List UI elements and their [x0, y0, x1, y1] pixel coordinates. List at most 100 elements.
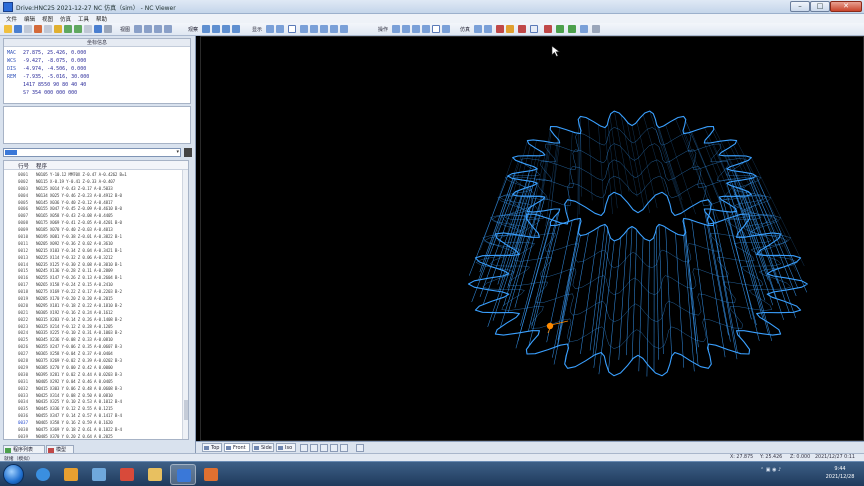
maximize-button[interactable]: □ — [810, 1, 830, 12]
view-side-icon[interactable] — [154, 25, 162, 33]
close-button[interactable]: ✕ — [830, 1, 862, 12]
taskbar-nc-viewer[interactable] — [170, 464, 196, 485]
list-item[interactable]: 0029 N0385 X270 Y 0.00 Z 0.42 A 0.0000 — [4, 365, 184, 372]
list-item[interactable]: 0006 N0155 X047 Y-0.45 Z-0.09 A-0.4610 B-… — [4, 206, 184, 213]
stop-icon[interactable] — [496, 25, 504, 33]
taskbar-app[interactable] — [198, 464, 224, 485]
list-item[interactable]: 0001 N0105 Y-10.12 MM70X Z-0.47 A-0.4262 … — [4, 172, 184, 179]
menu-tools[interactable]: 工具 — [78, 15, 89, 23]
measure-icon[interactable] — [300, 25, 308, 33]
list-item[interactable]: 0034 N0435 X325 Y 0.10 Z 0.53 A 0.1012 B-… — [4, 399, 184, 406]
clock[interactable]: 9:44 2021/12/28 — [820, 465, 860, 481]
layout-h-icon[interactable] — [330, 444, 338, 452]
view-iso-icon[interactable] — [164, 25, 172, 33]
menu-help[interactable]: 帮助 — [96, 15, 107, 23]
open-icon[interactable] — [4, 25, 12, 33]
paste-icon[interactable] — [54, 25, 62, 33]
toggle-path-icon[interactable] — [432, 25, 440, 33]
list-item[interactable]: 0017 N0265 X158 Y-0.24 Z 0.15 A-0.2410 — [4, 282, 184, 289]
scrollbar-thumb[interactable] — [184, 400, 188, 420]
print-icon[interactable] — [24, 25, 32, 33]
list-item[interactable]: 0026 N0355 X247 Y-0.06 Z 0.35 A-0.0607 B-… — [4, 344, 184, 351]
axis-icon[interactable] — [330, 25, 338, 33]
tab-iso[interactable]: Iso — [276, 443, 296, 452]
list-item[interactable]: 0039 N0485 X370 Y 0.20 Z 0.64 A 0.2025 — [4, 434, 184, 439]
list-item[interactable]: 0009 N0185 X070 Y-0.40 Z-0.03 A-0.4013 — [4, 227, 184, 234]
reset-icon[interactable] — [412, 25, 420, 33]
sim-settings-icon[interactable] — [474, 25, 482, 33]
settings-icon[interactable] — [104, 25, 112, 33]
list-item[interactable]: 0013 N0225 X114 Y-0.32 Z 0.06 A-0.3212 — [4, 255, 184, 262]
play-icon[interactable] — [556, 25, 564, 33]
rotate-icon[interactable] — [310, 25, 318, 33]
sim-speed-icon[interactable] — [484, 25, 492, 33]
layout-split-icon[interactable] — [310, 444, 318, 452]
list-item[interactable]: 0015 N0245 X136 Y-0.28 Z 0.11 A-0.2809 — [4, 268, 184, 275]
taskbar-media[interactable] — [58, 464, 84, 485]
list-item[interactable]: 0032 N0415 X303 Y 0.06 Z 0.48 A 0.0608 B-… — [4, 386, 184, 393]
list-item[interactable]: 0018 N0275 X169 Y-0.22 Z 0.17 A-0.2203 B-… — [4, 289, 184, 296]
chevron-down-icon[interactable]: ▾ — [176, 149, 179, 155]
single-block-icon[interactable] — [530, 25, 538, 33]
shaded-icon[interactable] — [276, 25, 284, 33]
options-icon[interactable] — [592, 25, 600, 33]
list-item[interactable]: 0021 N0305 X192 Y-0.16 Z 0.24 A-0.1612 — [4, 310, 184, 317]
taskbar-pdf[interactable] — [114, 464, 140, 485]
list-item[interactable]: 0016 N0255 X147 Y-0.26 Z 0.13 A-0.2604 B-… — [4, 275, 184, 282]
simulation-viewport[interactable] — [200, 36, 864, 441]
start-button[interactable] — [3, 464, 24, 485]
zoom-out-icon[interactable] — [212, 25, 220, 33]
fast-forward-icon[interactable] — [568, 25, 576, 33]
pan-icon[interactable] — [232, 25, 240, 33]
list-item[interactable]: 0036 N0455 X347 Y 0.14 Z 0.57 A 0.1417 B-… — [4, 413, 184, 420]
record-icon[interactable] — [518, 25, 526, 33]
program-select[interactable]: ▾ — [3, 148, 181, 157]
list-item[interactable]: 0027 N0365 X258 Y-0.04 Z 0.37 A-0.0404 — [4, 351, 184, 358]
tab-side[interactable]: Side — [252, 443, 274, 452]
select-tool-icon[interactable] — [288, 25, 296, 33]
copy-icon[interactable] — [44, 25, 52, 33]
list-item[interactable]: 0014 N0235 X125 Y-0.30 Z 0.08 A-0.3010 B-… — [4, 262, 184, 269]
menu-edit[interactable]: 编辑 — [24, 15, 35, 23]
material-icon[interactable] — [442, 25, 450, 33]
taskbar-folder[interactable] — [142, 464, 168, 485]
list-item[interactable]: 0025 N0345 X236 Y-0.08 Z 0.33 A-0.0810 — [4, 337, 184, 344]
redo-icon[interactable] — [74, 25, 82, 33]
list-item[interactable]: 0004 N0134 X025 Y-0.46 Z-0.23 A-0.4912 B-… — [4, 193, 184, 200]
list-item[interactable]: 0035 N0445 X336 Y 0.12 Z 0.55 A 0.1215 — [4, 406, 184, 413]
zoom-in-icon[interactable] — [202, 25, 210, 33]
pause-icon[interactable] — [506, 25, 514, 33]
list-item[interactable]: 0033 N0425 X314 Y 0.08 Z 0.50 A 0.0810 — [4, 393, 184, 400]
list-item[interactable]: 0030 N0395 X281 Y 0.02 Z 0.44 A 0.0203 B-… — [4, 372, 184, 379]
tool-path-icon[interactable] — [422, 25, 430, 33]
tab-top[interactable]: Top — [202, 443, 222, 452]
step-forward-icon[interactable] — [402, 25, 410, 33]
zoom-fit-icon[interactable] — [222, 25, 230, 33]
view-front-icon[interactable] — [144, 25, 152, 33]
wireframe-icon[interactable] — [266, 25, 274, 33]
menu-simulate[interactable]: 仿真 — [60, 15, 71, 23]
taskbar-ie[interactable] — [30, 464, 56, 485]
end-icon[interactable] — [580, 25, 588, 33]
list-item[interactable]: 0010 N0195 X081 Y-0.38 Z-0.01 A-0.3822 B-… — [4, 234, 184, 241]
layout-v-icon[interactable] — [340, 444, 348, 452]
list-item[interactable]: 0005 N0145 X036 Y-0.40 Z-0.12 A-0.4817 — [4, 200, 184, 207]
cut-icon[interactable] — [34, 25, 42, 33]
taskbar-explorer[interactable] — [86, 464, 112, 485]
menu-view[interactable]: 视图 — [42, 15, 53, 23]
step-back-icon[interactable] — [392, 25, 400, 33]
layers-icon[interactable] — [340, 25, 348, 33]
list-item[interactable]: 0028 N0375 X269 Y-0.02 Z 0.39 A-0.0202 B-… — [4, 358, 184, 365]
list-item[interactable]: 0011 N0205 X092 Y-0.36 Z 0.02 A-0.3610 — [4, 241, 184, 248]
layout-quad-icon[interactable] — [320, 444, 328, 452]
list-item[interactable]: 0022 N0315 X203 Y-0.14 Z 0.26 A-0.1408 B-… — [4, 317, 184, 324]
list-item[interactable]: 0020 N0295 X181 Y-0.18 Z 0.22 A-0.1810 B-… — [4, 303, 184, 310]
list-item[interactable]: 0038 N0475 X369 Y 0.18 Z 0.61 A 0.1822 B-… — [4, 427, 184, 434]
layout-extra-icon[interactable] — [356, 444, 364, 452]
list-item[interactable]: 0024 N0335 X225 Y-0.10 Z 0.31 A-0.1003 B-… — [4, 330, 184, 337]
layout-single-icon[interactable] — [300, 444, 308, 452]
grid-icon[interactable] — [320, 25, 328, 33]
minimize-button[interactable]: – — [790, 1, 810, 12]
alarm-icon[interactable] — [544, 25, 552, 33]
list-item[interactable]: 0002 N0115 X-0.19 Y-0.41 Z-0.33 A-0.407 — [4, 179, 184, 186]
